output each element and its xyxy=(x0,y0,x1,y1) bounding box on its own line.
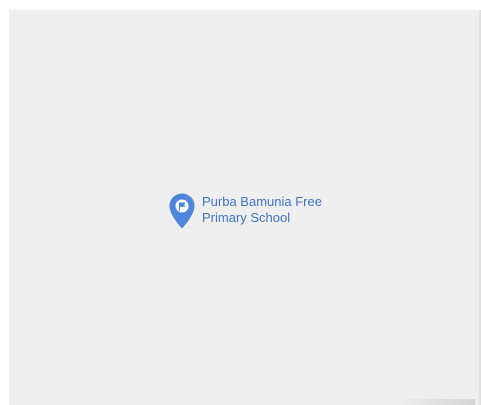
map-window: Purba Bamunia Free Primary School xyxy=(0,0,481,405)
place-label-line-2: Primary School xyxy=(202,210,291,225)
place-marker[interactable]: Purba Bamunia Free Primary School xyxy=(168,192,322,230)
place-label[interactable]: Purba Bamunia Free Primary School xyxy=(202,194,322,226)
map-pin-icon[interactable] xyxy=(168,192,196,230)
map-canvas[interactable]: Purba Bamunia Free Primary School xyxy=(9,10,480,405)
place-label-line-1: Purba Bamunia Free xyxy=(202,194,322,209)
map-footer-artifact xyxy=(395,399,475,405)
